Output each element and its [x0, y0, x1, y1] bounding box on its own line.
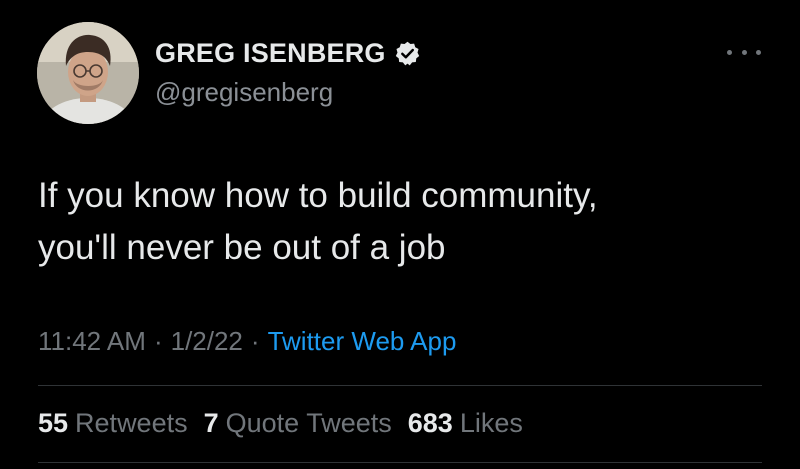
dot	[741, 49, 747, 55]
tweet-stats: 55 Retweets 7 Quote Tweets 683 Likes	[38, 408, 539, 439]
tweet-source-link[interactable]: Twitter Web App	[268, 326, 457, 357]
author-name-row: GREG ISENBERG	[155, 38, 421, 69]
meta-separator: ·	[250, 326, 260, 356]
retweets-count: 55	[38, 408, 69, 438]
dot	[727, 49, 732, 55]
divider	[38, 385, 762, 386]
tweet-meta: 11:42 AM · 1/2/22 · Twitter Web App	[38, 326, 456, 357]
tweet-text: If you know how to build community, you'…	[38, 176, 598, 267]
quote-tweets-label: Quote Tweets	[225, 408, 392, 438]
likes-stat[interactable]: 683 Likes	[408, 408, 523, 439]
tweet-card: GREG ISENBERG @gregisenberg If you know …	[0, 0, 800, 469]
verified-badge-icon	[394, 40, 421, 67]
profile-photo-icon	[37, 22, 139, 124]
quote-tweets-count: 7	[203, 408, 219, 438]
retweets-stat[interactable]: 55 Retweets	[38, 408, 188, 439]
tweet-time[interactable]: 11:42 AM	[38, 326, 146, 357]
tweet-date[interactable]: 1/2/22	[171, 326, 243, 357]
divider	[38, 462, 762, 463]
likes-count: 683	[407, 408, 453, 438]
author-handle[interactable]: @gregisenberg	[155, 77, 333, 108]
quote-tweets-stat[interactable]: 7 Quote Tweets	[204, 408, 392, 439]
likes-label: Likes	[459, 408, 523, 438]
dot	[756, 49, 761, 55]
retweets-label: Retweets	[75, 408, 188, 438]
author-display-name[interactable]: GREG ISENBERG	[155, 38, 386, 69]
avatar[interactable]	[37, 22, 139, 124]
more-horizontal-icon[interactable]	[727, 42, 761, 62]
meta-separator: ·	[153, 326, 163, 356]
